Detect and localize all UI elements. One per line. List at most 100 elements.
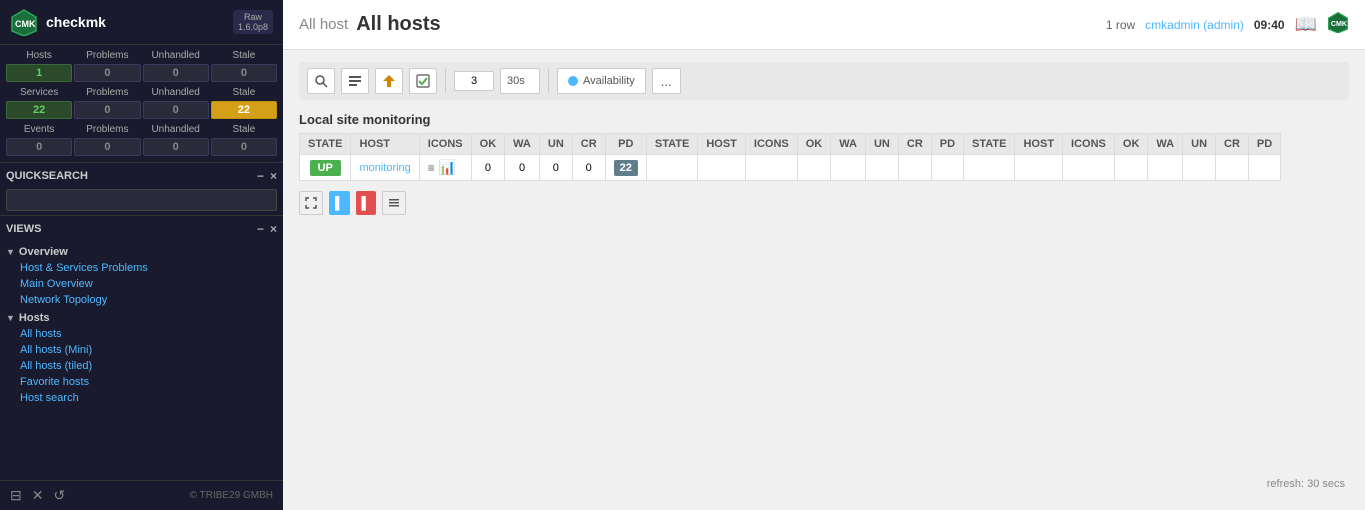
th-ok2: OK <box>797 134 831 155</box>
row-icons3 <box>1063 155 1115 181</box>
blue-icon-btn[interactable]: ▌ <box>329 191 350 215</box>
sidebar-item-favorite-hosts[interactable]: Favorite hosts <box>6 374 277 390</box>
row-state3 <box>964 155 1015 181</box>
services-stale[interactable]: 22 <box>211 101 277 119</box>
row-host3 <box>1015 155 1063 181</box>
row-host2 <box>698 155 746 181</box>
list-icon-btn[interactable] <box>382 191 406 215</box>
row-un: 0 <box>539 155 572 181</box>
main-content: All host All hosts 1 row cmkadmin (admin… <box>283 0 1365 510</box>
avail-dot-icon <box>568 76 578 86</box>
row-un2 <box>865 155 898 181</box>
th-host2: HOST <box>698 134 746 155</box>
breadcrumb-part: All host <box>299 16 348 33</box>
help-icon[interactable]: 📖 <box>1295 14 1317 35</box>
th-un1: UN <box>539 134 572 155</box>
services-problems-label: Problems <box>74 86 140 99</box>
sidebar-item-all-hosts-mini[interactable]: All hosts (Mini) <box>6 342 277 358</box>
events-unhandled-label: Unhandled <box>143 123 209 136</box>
stats-section: Hosts Problems Unhandled Stale 1 0 0 0 S… <box>0 45 283 163</box>
row-state: UP <box>300 155 351 181</box>
row-wa: 0 <box>505 155 540 181</box>
events-unhandled[interactable]: 0 <box>143 138 209 156</box>
sidebar-item-main-overview[interactable]: Main Overview <box>6 276 277 292</box>
chart-icon[interactable]: 📊 <box>439 159 456 176</box>
th-pd2: PD <box>931 134 963 155</box>
sidebar-item-host-services-problems[interactable]: Host & Services Problems <box>6 260 277 276</box>
quicksearch-close-btn[interactable]: × <box>270 169 277 183</box>
th-cr2: CR <box>898 134 931 155</box>
layout-icon <box>348 74 362 88</box>
red-icon-btn[interactable]: ▌ <box>356 191 377 215</box>
sidebar-refresh-icon[interactable]: ↺ <box>53 487 65 504</box>
views-minimize-btn[interactable]: − <box>257 222 264 236</box>
sidebar-footer: ⊟ ✕ ↺ © TRIBE29 GMBH <box>0 480 283 510</box>
th-state2: STATE <box>646 134 697 155</box>
availability-btn[interactable]: Availability <box>557 68 646 94</box>
unhandled-label: Unhandled <box>143 49 209 62</box>
sidebar-item-network-topology[interactable]: Network Topology <box>6 292 277 308</box>
row-pd3 <box>1248 155 1280 181</box>
svg-text:CMK: CMK <box>1331 20 1348 27</box>
hosts-value[interactable]: 1 <box>6 64 72 82</box>
breadcrumb: All host All hosts <box>299 13 441 36</box>
number-input[interactable]: 3 <box>454 71 494 91</box>
search-btn[interactable] <box>307 68 335 94</box>
row-wa3 <box>1148 155 1183 181</box>
sidebar-minimize-icon[interactable]: ⊟ <box>10 487 22 504</box>
nav-overview-group[interactable]: ▼ Overview <box>6 242 277 260</box>
version-badge: Raw 1.6.0p8 <box>233 10 273 34</box>
check-btn[interactable] <box>409 68 437 94</box>
events-stale[interactable]: 0 <box>211 138 277 156</box>
checkmk-icon[interactable]: CMK <box>1327 11 1349 39</box>
row-ok: 0 <box>471 155 505 181</box>
hosts-table: STATE HOST ICONS OK WA UN CR PD STATE HO… <box>299 133 1281 181</box>
row-icons: ≡ 📊 <box>419 155 471 181</box>
th-icons3: ICONS <box>1063 134 1115 155</box>
services-value[interactable]: 22 <box>6 101 72 119</box>
export-btn[interactable] <box>375 68 403 94</box>
row-count: 1 row <box>1106 18 1135 32</box>
checkmk-logo-icon[interactable]: CMK <box>10 8 38 36</box>
th-pd1: PD <box>605 134 646 155</box>
toolbar-sep2 <box>548 69 549 93</box>
more-btn[interactable]: ... <box>652 68 681 94</box>
row-icons2 <box>745 155 797 181</box>
views-section: VIEWS − × ▼ Overview Host & Services Pro… <box>0 216 283 480</box>
views-close-btn[interactable]: × <box>270 222 277 236</box>
hosts-label: Hosts <box>6 49 72 62</box>
th-ok1: OK <box>471 134 505 155</box>
th-wa1: WA <box>505 134 540 155</box>
sidebar-item-all-hosts-tiled[interactable]: All hosts (tiled) <box>6 358 277 374</box>
quicksearch-minimize-btn[interactable]: − <box>257 169 264 183</box>
events-problems[interactable]: 0 <box>74 138 140 156</box>
search-input[interactable] <box>6 189 277 211</box>
stale-label: Stale <box>211 49 277 62</box>
events-value[interactable]: 0 <box>6 138 72 156</box>
copyright-text: © TRIBE29 GMBH <box>190 490 273 501</box>
expand-btn[interactable] <box>299 191 323 215</box>
table-row: UP monitoring ≡ 📊 0 0 0 0 <box>300 155 1281 181</box>
row-pd2 <box>931 155 963 181</box>
host-link[interactable]: monitoring <box>359 162 410 174</box>
services-unhandled[interactable]: 0 <box>143 101 209 119</box>
nav-hosts-group[interactable]: ▼ Hosts <box>6 308 277 326</box>
hosts-stale[interactable]: 0 <box>211 64 277 82</box>
row-ok3 <box>1114 155 1148 181</box>
app-title: checkmk <box>46 14 225 30</box>
th-state1: STATE <box>300 134 351 155</box>
sidebar-close-icon[interactable]: ✕ <box>32 487 44 504</box>
layout-btn[interactable] <box>341 68 369 94</box>
burger-icon[interactable]: ≡ <box>428 161 435 175</box>
hosts-triangle-icon: ▼ <box>6 313 15 323</box>
hosts-problems[interactable]: 0 <box>74 64 140 82</box>
toolbar: 3 30s Availability ... <box>299 62 1349 100</box>
services-problems[interactable]: 0 <box>74 101 140 119</box>
refresh-text: refresh: 30 secs <box>1267 478 1345 490</box>
sidebar-item-all-hosts[interactable]: All hosts <box>6 326 277 342</box>
search-icon <box>314 74 328 88</box>
sidebar-item-host-search[interactable]: Host search <box>6 390 277 406</box>
hosts-unhandled[interactable]: 0 <box>143 64 209 82</box>
admin-user-link[interactable]: cmkadmin (admin) <box>1145 18 1244 32</box>
interval-select[interactable]: 30s <box>500 68 540 94</box>
